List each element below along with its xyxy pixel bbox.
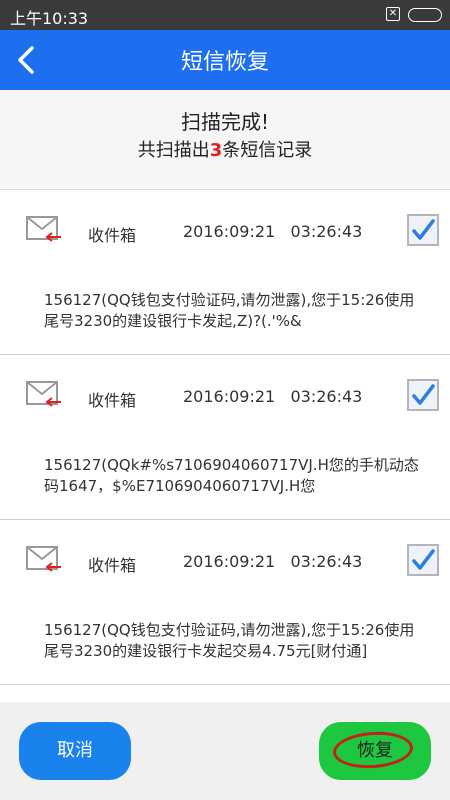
message-checkbox[interactable] xyxy=(407,544,439,576)
message-folder: 收件箱 xyxy=(88,391,137,410)
no-sim-icon: ✕ xyxy=(386,7,400,21)
scan-count-text: 共扫描出3条短信记录 xyxy=(0,136,450,162)
cancel-button[interactable]: 取消 xyxy=(19,722,131,780)
scan-complete-text: 扫描完成! xyxy=(180,110,270,134)
status-time: 上午10:33 xyxy=(10,9,89,28)
restore-button[interactable]: 恢复 xyxy=(319,722,431,780)
message-folder: 收件箱 xyxy=(88,556,137,575)
message-body: 156127(QQ钱包支付验证码,请勿泄露),您于15:26使用尾号3230的建… xyxy=(44,291,415,330)
scan-count-prefix: 共扫描出 xyxy=(137,140,210,161)
message-datetime: 2016:09:21 03:26:43 xyxy=(183,552,363,571)
status-bar: 上午10:33 ✕ xyxy=(0,0,450,30)
battery-icon xyxy=(408,8,442,22)
incoming-mail-icon xyxy=(26,381,61,407)
checkmark-icon xyxy=(412,549,435,570)
annotation-circle xyxy=(331,729,415,771)
incoming-mail-icon xyxy=(26,546,61,572)
scan-count: 3 xyxy=(209,140,223,161)
message-item[interactable]: 收件箱 2016:09:21 03:26:43 156127(QQ钱包支付验证码… xyxy=(0,190,450,355)
app-bar: 短信恢复 xyxy=(0,30,450,90)
checkmark-icon xyxy=(412,219,435,240)
message-datetime: 2016:09:21 03:26:43 xyxy=(183,222,363,241)
message-body: 156127(QQk#%s7106904060717VJ.H您的手机动态码164… xyxy=(44,456,419,495)
message-datetime: 2016:09:21 03:26:43 xyxy=(183,387,363,406)
message-checkbox[interactable] xyxy=(407,214,439,246)
message-item[interactable]: 收件箱 2016:09:21 03:26:43 156127(QQk#%s710… xyxy=(0,355,450,520)
message-list[interactable]: 收件箱 2016:09:21 03:26:43 156127(QQ钱包支付验证码… xyxy=(0,190,450,702)
message-body: 156127(QQ钱包支付验证码,请勿泄露),您于15:26使用尾号3230的建… xyxy=(44,621,415,660)
checkmark-icon xyxy=(412,384,435,405)
scan-count-suffix: 条短信记录 xyxy=(222,140,313,161)
scan-summary: 扫描完成! 共扫描出3条短信记录 xyxy=(0,90,450,190)
action-footer: 取消 恢复 xyxy=(0,702,450,800)
message-checkbox[interactable] xyxy=(407,379,439,411)
message-folder: 收件箱 xyxy=(88,226,137,245)
page-title: 短信恢复 xyxy=(180,50,269,75)
incoming-mail-icon xyxy=(26,216,61,242)
message-item[interactable]: 收件箱 2016:09:21 03:26:43 156127(QQ钱包支付验证码… xyxy=(0,520,450,685)
